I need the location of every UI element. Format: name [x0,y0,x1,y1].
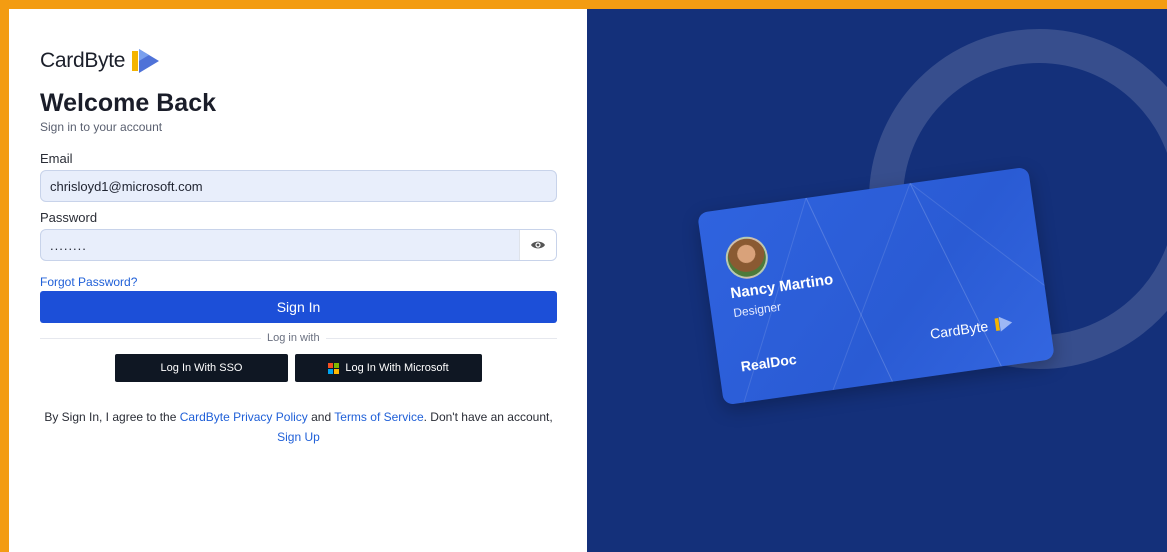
password-wrapper [40,229,557,261]
brand-name-light: Byte [84,49,126,72]
email-field[interactable] [40,170,557,202]
card-logo-icon [994,316,1013,332]
privacy-policy-link[interactable]: CardByte Privacy Policy [180,410,308,424]
terms-and: and [307,410,335,424]
sso-login-label: Log In With SSO [160,362,243,374]
app-frame: CardByte Welcome Back Sign in to your ac… [9,9,1167,552]
eye-icon [531,241,545,249]
login-panel: CardByte Welcome Back Sign in to your ac… [9,9,587,552]
business-card: Nancy Martino Designer RealDoc Card Byte [697,166,1055,406]
microsoft-login-button[interactable]: Log In With Microsoft [295,354,482,382]
page-subtitle: Sign in to your account [40,120,163,134]
brand-name-bold: Card [40,49,85,72]
page-title: Welcome Back [40,89,217,117]
brand-name: CardByte [40,49,125,73]
terms-suffix: . Don't have an account, [423,410,553,424]
brand-logo-icon [132,49,160,73]
microsoft-login-label: Log In With Microsoft [345,362,449,374]
card-logo-bold: Card [929,321,962,342]
password-label: Password [40,210,98,225]
sign-in-button[interactable]: Sign In [40,291,557,323]
password-field[interactable] [40,229,557,261]
email-label: Email [40,151,73,166]
brand-logo: CardByte [40,45,161,77]
microsoft-icon [328,362,340,374]
terms-prefix: By Sign In, I agree to the [44,410,180,424]
toggle-password-button[interactable] [519,230,556,260]
promo-panel: Nancy Martino Designer RealDoc Card Byte [587,9,1167,552]
divider-label: Log in with [261,332,326,344]
terms-text: By Sign In, I agree to the CardByte Priv… [40,407,557,447]
sso-login-button[interactable]: Log In With SSO [115,354,288,382]
card-logo-light: Byte [959,317,990,338]
sign-up-link[interactable]: Sign Up [277,430,320,444]
forgot-password-link[interactable]: Forgot Password? [40,275,137,289]
terms-of-service-link[interactable]: Terms of Service [334,410,423,424]
